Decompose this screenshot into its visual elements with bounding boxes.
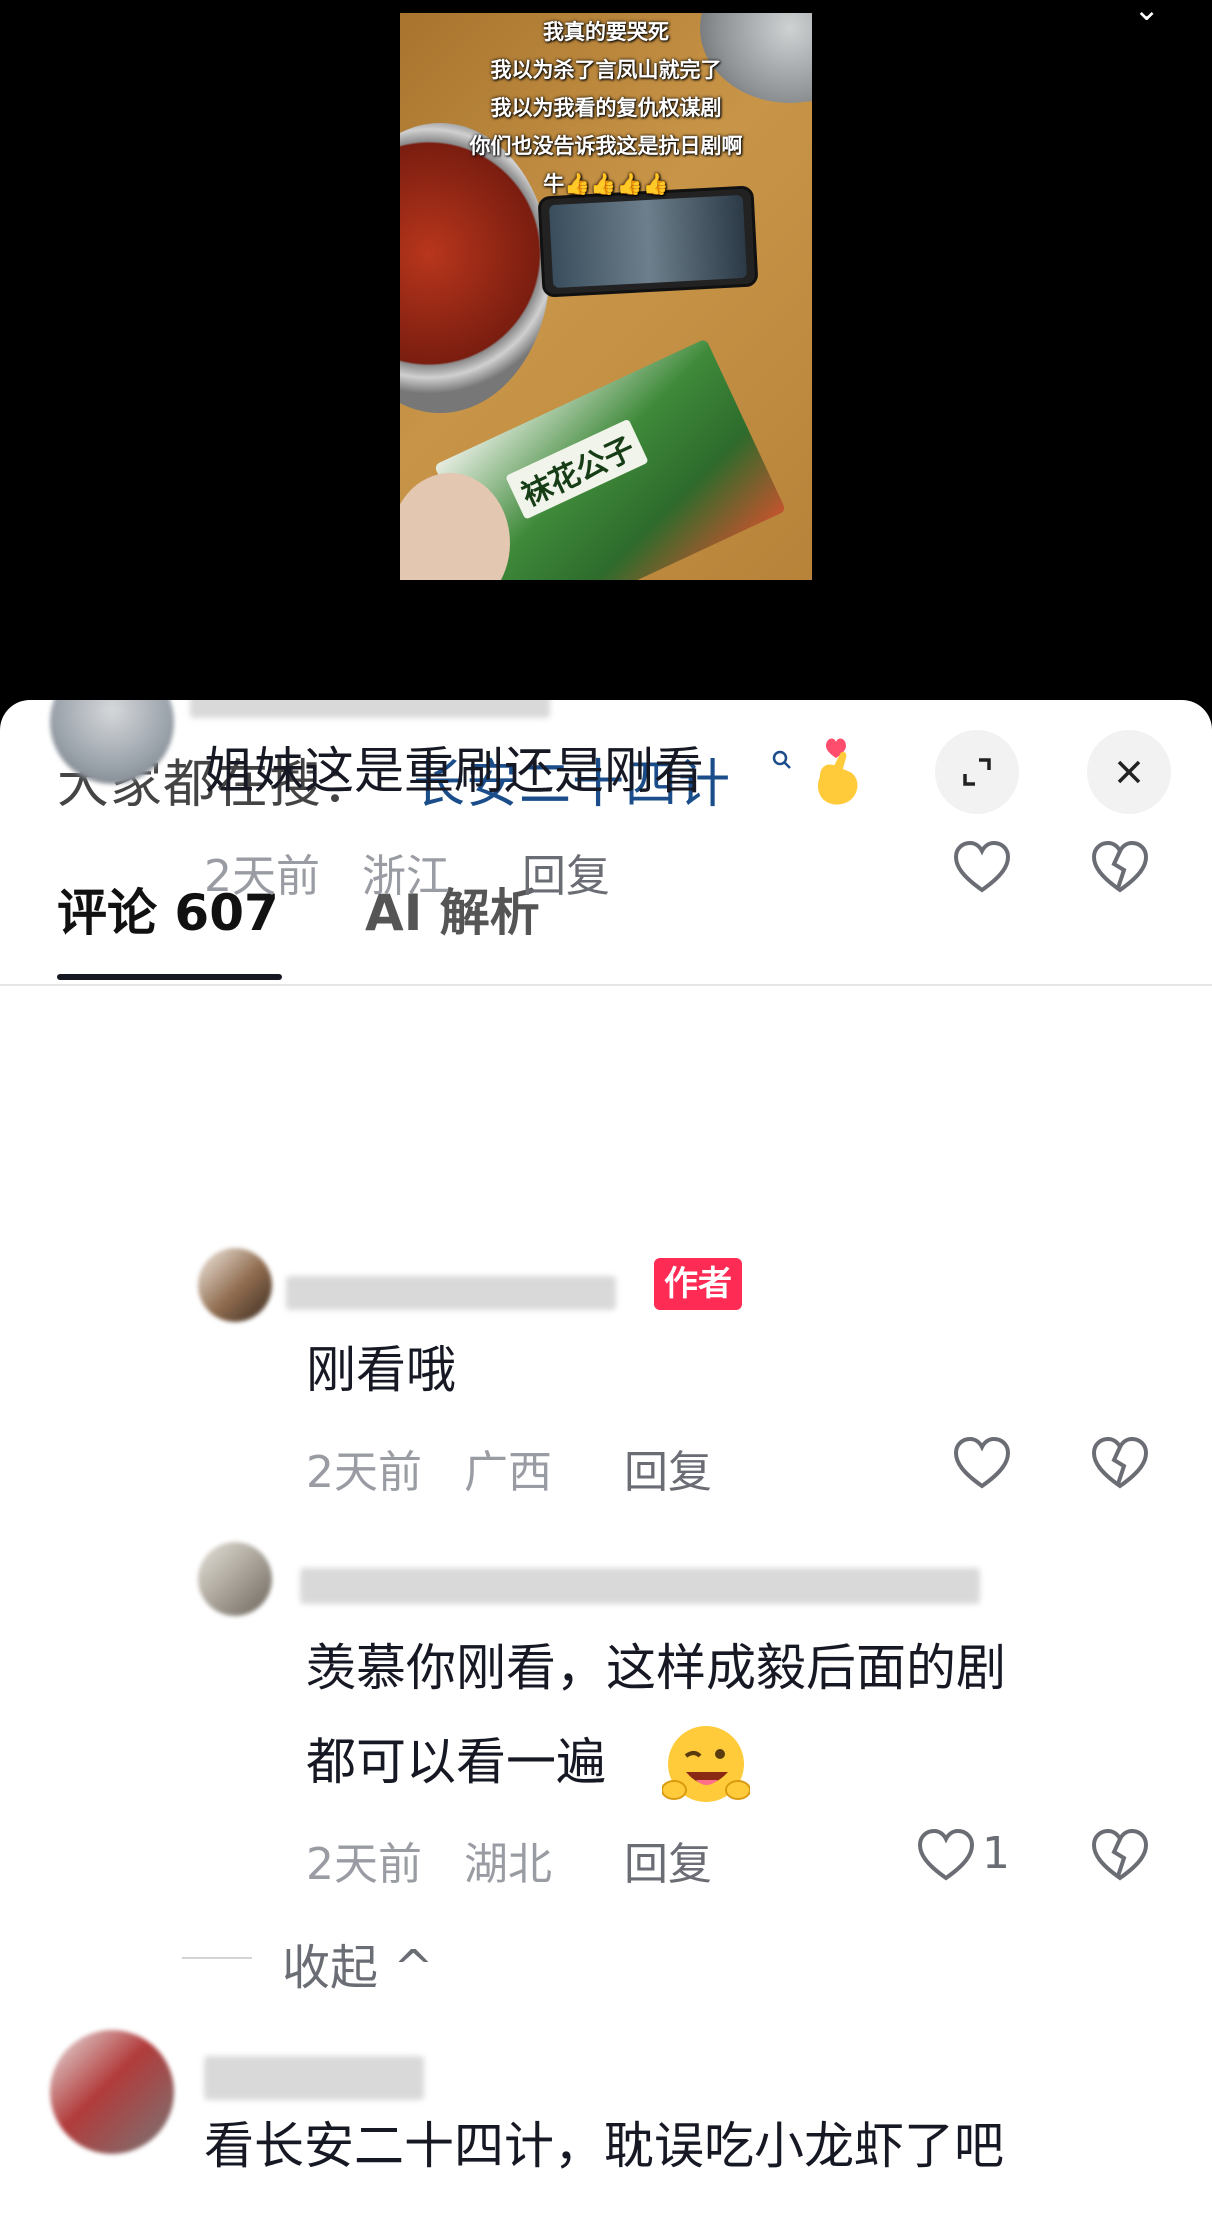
close-icon [1117, 760, 1141, 784]
comment-sheet: 大家都在搜： 长安二十四计 评论 607 AI 解析 姐妹这是重刷还是刚看 2天… [0, 700, 1212, 2234]
like-count: 1 [982, 1828, 1010, 1879]
comment-time: 2天前 [306, 1447, 422, 1498]
active-tab-indicator [57, 974, 282, 980]
username-blurred[interactable] [300, 1568, 980, 1604]
dislike-icon[interactable] [1090, 1436, 1150, 1492]
caption-line: 你们也没告诉我这是抗日剧啊 [469, 134, 743, 158]
expand-button[interactable] [935, 730, 1019, 814]
comment-location: 浙江 [362, 851, 450, 902]
comment-time: 2天前 [204, 851, 320, 902]
like-icon[interactable] [952, 840, 1012, 896]
reply-button[interactable]: 回复 [624, 1828, 712, 1892]
reply-button[interactable]: 回复 [624, 1436, 712, 1500]
reply-button[interactable]: 回复 [522, 840, 610, 904]
snack-pack-label: 袜花公子 [505, 418, 649, 520]
caption-line: 我以为杀了言凤山就完了 [490, 58, 722, 82]
like-icon[interactable] [952, 1436, 1012, 1492]
caption-line: 我真的要哭死 [543, 20, 669, 44]
username-blurred[interactable] [286, 1276, 616, 1310]
close-button[interactable] [1087, 730, 1171, 814]
caption-line: 牛👍👍👍👍 [543, 172, 669, 196]
comment-text: 都可以看一遍 [306, 1733, 606, 1791]
video-player[interactable]: 袜花公子 我真的要哭死 我以为杀了言凤山就完了 我以为我看的复仇权谋剧 你们也没… [0, 0, 1212, 700]
expand-icon [963, 758, 991, 786]
comment-text: 刚看哦 [306, 1341, 456, 1399]
comment-text: 姐妹这是重刷还是刚看 [204, 742, 704, 800]
comment-location: 广西 [464, 1447, 552, 1498]
collapse-button[interactable]: 收起 ^ [282, 1928, 433, 1998]
dislike-icon[interactable] [1090, 1828, 1150, 1884]
video-caption: 我真的要哭死 我以为杀了言凤山就完了 我以为我看的复仇权谋剧 你们也没告诉我这是… [400, 13, 812, 203]
comment-time: 2天前 [306, 1839, 422, 1890]
comment-location: 湖北 [464, 1839, 552, 1890]
comment-text: 羡慕你刚看，这样成毅后面的剧 [306, 1639, 1006, 1697]
like-icon[interactable] [916, 1828, 976, 1884]
avatar[interactable] [198, 1542, 272, 1616]
avatar[interactable] [50, 2030, 174, 2154]
author-badge: 作者 [654, 1258, 742, 1310]
username-blurred[interactable] [190, 700, 550, 718]
chevron-icon[interactable]: ⌄ [1133, 0, 1160, 28]
search-icon [770, 748, 794, 778]
avatar[interactable] [198, 1248, 272, 1322]
winking-face-emoji [662, 1726, 750, 1802]
collapse-divider [182, 1957, 252, 1959]
finger-heart-emoji [818, 738, 858, 805]
comment-text: 看长安二十四计，耽误吃小龙虾了吧 [204, 2117, 1004, 2175]
username-blurred[interactable] [204, 2056, 424, 2100]
dislike-icon[interactable] [1090, 840, 1150, 896]
caption-line: 我以为我看的复仇权谋剧 [490, 96, 722, 120]
